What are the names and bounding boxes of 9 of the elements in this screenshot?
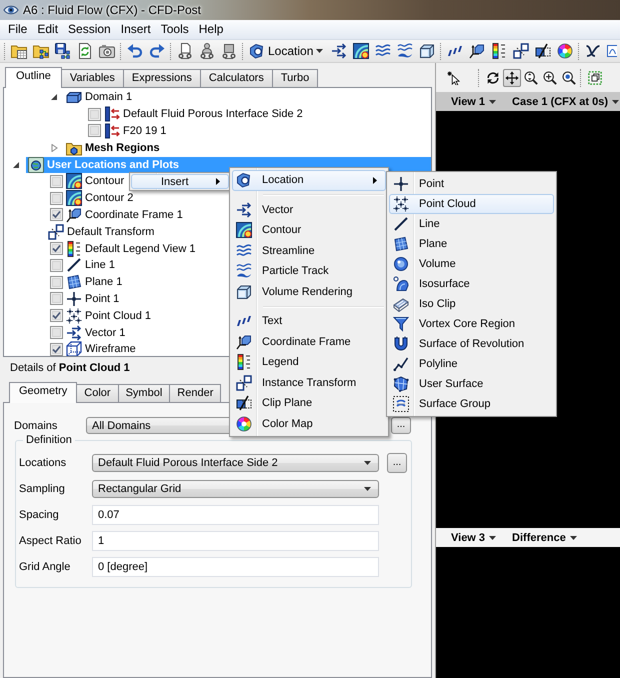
- field-label: Domains: [14, 420, 58, 432]
- field-label: Locations: [19, 457, 66, 469]
- panel-title: Details of Point Cloud 1: [10, 362, 130, 374]
- group-title: Definition: [25, 434, 73, 446]
- field-label: Sampling: [19, 483, 65, 495]
- window-title: A6 : Fluid Flow (CFX) - CFD-Post: [23, 3, 202, 17]
- field-label: Aspect Ratio: [19, 535, 82, 547]
- field-label: Spacing: [19, 509, 59, 521]
- field-label: Grid Angle: [19, 561, 70, 573]
